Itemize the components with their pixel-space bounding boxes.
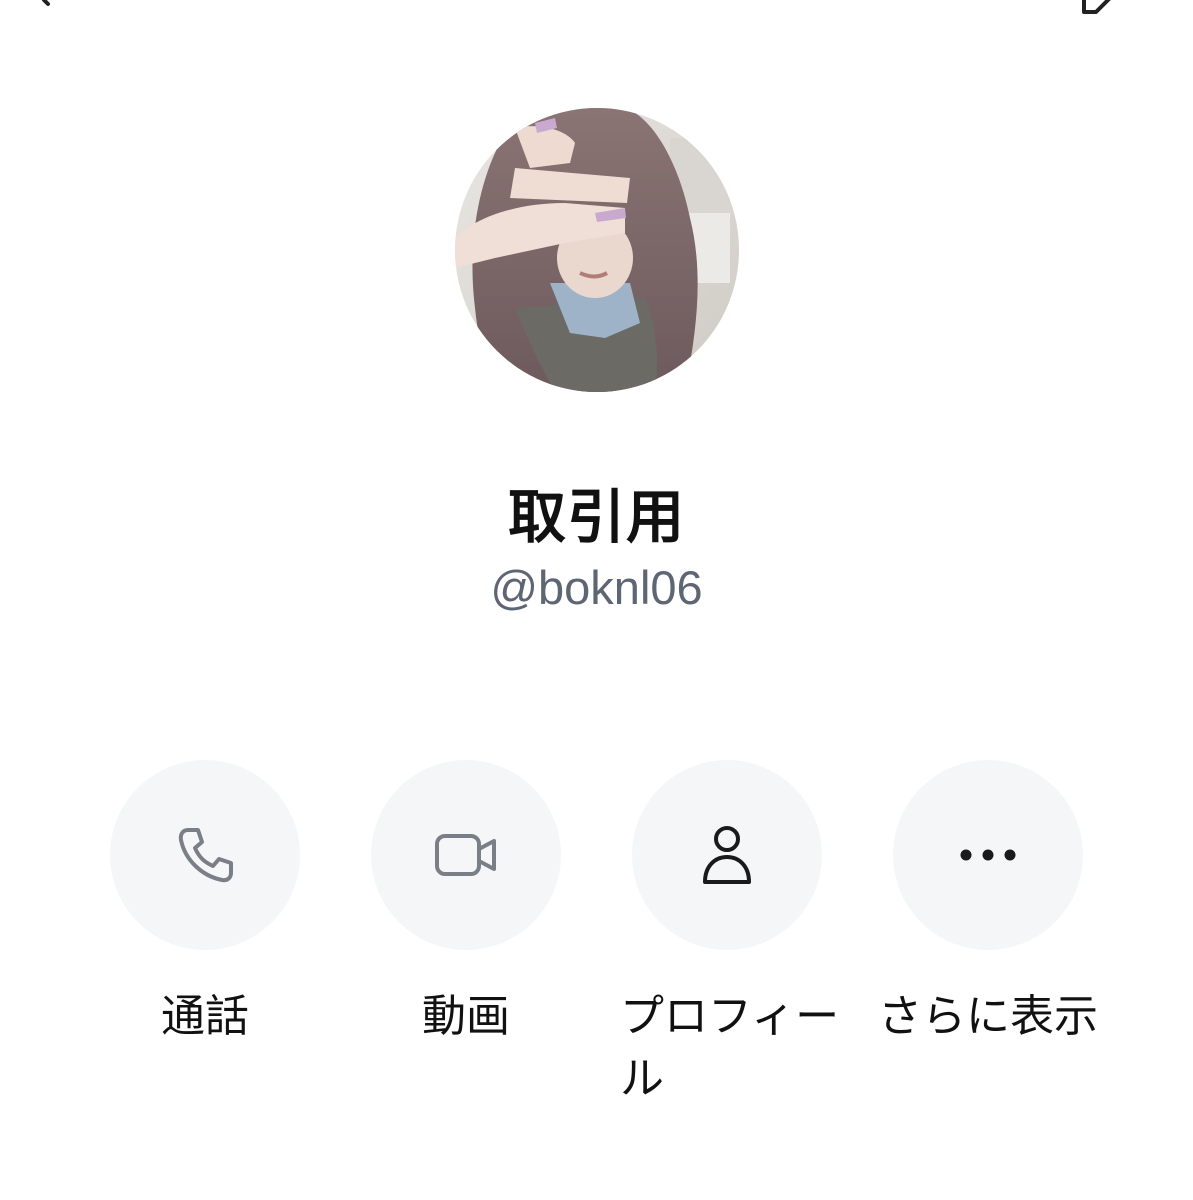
more-button[interactable] [893, 760, 1083, 950]
profile-label: プロフィール [620, 991, 840, 1104]
profile-button[interactable] [632, 760, 822, 950]
avatar-photo [455, 108, 739, 392]
display-name: 取引用 [507, 483, 685, 551]
video-button[interactable] [371, 760, 561, 950]
video-camera-icon [435, 834, 496, 876]
chevron-left-icon [42, 0, 50, 6]
back-button[interactable] [30, 0, 70, 22]
avatar[interactable] [455, 108, 739, 392]
call-button[interactable] [110, 760, 300, 950]
more-action[interactable]: さらに表示 [878, 760, 1098, 1048]
phone-icon [178, 828, 233, 883]
profile-action[interactable]: プロフィール [620, 760, 839, 1110]
pencil-icon [1082, 0, 1111, 14]
video-action[interactable]: 動画 [371, 760, 561, 1048]
edit-button[interactable] [1078, 0, 1128, 22]
video-label: 動画 [422, 991, 510, 1042]
person-icon [703, 826, 751, 884]
more-dots-icon [960, 849, 1016, 861]
call-action[interactable]: 通話 [110, 760, 300, 1048]
call-label: 通話 [161, 991, 249, 1042]
username: @boknl06 [490, 561, 703, 614]
more-label: さらに表示 [878, 991, 1098, 1042]
